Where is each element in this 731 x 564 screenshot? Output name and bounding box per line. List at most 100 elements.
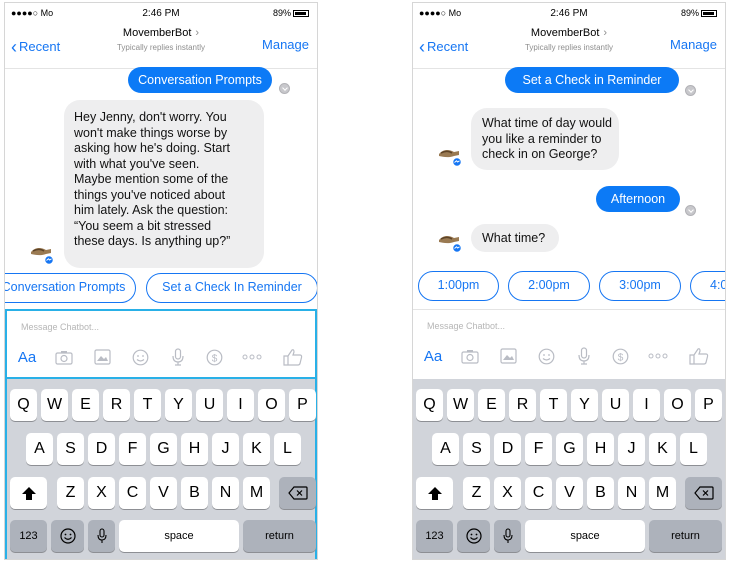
dictation-key[interactable]: [88, 520, 115, 552]
key-u[interactable]: U: [602, 389, 629, 421]
more-icon[interactable]: [645, 342, 671, 370]
globe-emoji-icon: [59, 528, 76, 544]
key-q[interactable]: Q: [416, 389, 443, 421]
dictation-key[interactable]: [494, 520, 521, 552]
key-v[interactable]: V: [556, 477, 583, 509]
key-h[interactable]: H: [587, 433, 614, 465]
key-g[interactable]: G: [556, 433, 583, 465]
key-s[interactable]: S: [463, 433, 490, 465]
key-y[interactable]: Y: [165, 389, 192, 421]
payment-icon[interactable]: $: [609, 342, 631, 370]
key-a[interactable]: A: [432, 433, 459, 465]
key-d[interactable]: D: [494, 433, 521, 465]
quick-reply-conversation-prompts[interactable]: Conversation Prompts: [5, 273, 136, 303]
key-x[interactable]: X: [494, 477, 521, 509]
message-input[interactable]: Message Chatbot...: [21, 322, 99, 332]
quick-reply-2pm[interactable]: 2:00pm: [508, 271, 590, 301]
emoji-icon[interactable]: [535, 342, 557, 370]
key-z[interactable]: Z: [57, 477, 84, 509]
key-b[interactable]: B: [181, 477, 208, 509]
key-q[interactable]: Q: [10, 389, 37, 421]
key-z[interactable]: Z: [463, 477, 490, 509]
key-w[interactable]: W: [41, 389, 68, 421]
message-composer[interactable]: Message Chatbot... Aa $: [413, 309, 725, 379]
message-input[interactable]: Message Chatbot...: [427, 321, 505, 331]
quick-reply-3pm[interactable]: 3:00pm: [599, 271, 681, 301]
delete-key[interactable]: [279, 477, 316, 509]
key-j[interactable]: J: [212, 433, 239, 465]
manage-button[interactable]: Manage: [262, 37, 309, 52]
key-c[interactable]: C: [525, 477, 552, 509]
camera-icon[interactable]: [53, 343, 75, 371]
key-s[interactable]: S: [57, 433, 84, 465]
return-key[interactable]: return: [243, 520, 316, 552]
text-format-icon[interactable]: Aa: [15, 343, 39, 371]
key-d[interactable]: D: [88, 433, 115, 465]
emoji-key[interactable]: [457, 520, 490, 552]
key-e[interactable]: E: [72, 389, 99, 421]
camera-icon[interactable]: [459, 342, 481, 370]
key-l[interactable]: L: [274, 433, 301, 465]
more-icon[interactable]: [239, 343, 265, 371]
shift-key[interactable]: [10, 477, 47, 509]
like-icon[interactable]: [687, 342, 711, 370]
key-k[interactable]: K: [243, 433, 270, 465]
key-i[interactable]: I: [633, 389, 660, 421]
bot-message-line: Hey Jenny, don't worry. You: [74, 110, 227, 124]
photo-icon[interactable]: [497, 342, 519, 370]
message-composer[interactable]: Message Chatbot... Aa $: [5, 309, 317, 379]
manage-button[interactable]: Manage: [670, 37, 717, 52]
quick-reply-4pm[interactable]: 4:0: [690, 271, 725, 301]
bot-message: What time of day would you like a remind…: [471, 108, 619, 170]
space-key[interactable]: space: [119, 520, 239, 552]
key-f[interactable]: F: [119, 433, 146, 465]
return-key[interactable]: return: [649, 520, 722, 552]
delete-key[interactable]: [685, 477, 722, 509]
key-x[interactable]: X: [88, 477, 115, 509]
mic-icon[interactable]: [573, 342, 595, 370]
key-v[interactable]: V: [150, 477, 177, 509]
quick-reply-1pm[interactable]: 1:00pm: [418, 271, 499, 301]
key-i[interactable]: I: [227, 389, 254, 421]
key-t[interactable]: T: [540, 389, 567, 421]
key-m[interactable]: M: [243, 477, 270, 509]
key-p[interactable]: P: [695, 389, 722, 421]
text-format-icon[interactable]: Aa: [421, 342, 445, 370]
mic-icon[interactable]: [167, 343, 189, 371]
key-n[interactable]: N: [212, 477, 239, 509]
key-o[interactable]: O: [664, 389, 691, 421]
bot-name: MovemberBot: [530, 27, 600, 39]
photo-icon[interactable]: [91, 343, 113, 371]
key-e[interactable]: E: [478, 389, 505, 421]
key-n[interactable]: N: [618, 477, 645, 509]
key-r[interactable]: R: [103, 389, 130, 421]
key-w[interactable]: W: [447, 389, 474, 421]
key-t[interactable]: T: [134, 389, 161, 421]
key-r[interactable]: R: [509, 389, 536, 421]
like-icon[interactable]: [281, 343, 305, 371]
key-f[interactable]: F: [525, 433, 552, 465]
key-c[interactable]: C: [119, 477, 146, 509]
numbers-key[interactable]: 123: [416, 520, 453, 552]
key-k[interactable]: K: [649, 433, 676, 465]
key-h[interactable]: H: [181, 433, 208, 465]
emoji-key[interactable]: [51, 520, 84, 552]
mic-icon: [502, 528, 513, 543]
key-o[interactable]: O: [258, 389, 285, 421]
key-g[interactable]: G: [150, 433, 177, 465]
key-a[interactable]: A: [26, 433, 53, 465]
numbers-key[interactable]: 123: [10, 520, 47, 552]
payment-icon[interactable]: $: [203, 343, 225, 371]
key-b[interactable]: B: [587, 477, 614, 509]
key-j[interactable]: J: [618, 433, 645, 465]
emoji-icon[interactable]: [129, 343, 151, 371]
key-u[interactable]: U: [196, 389, 223, 421]
key-m[interactable]: M: [649, 477, 676, 509]
key-p[interactable]: P: [289, 389, 316, 421]
key-l[interactable]: L: [680, 433, 707, 465]
space-key[interactable]: space: [525, 520, 645, 552]
key-y[interactable]: Y: [571, 389, 598, 421]
shift-key[interactable]: [416, 477, 453, 509]
quick-reply-set-check-in[interactable]: Set a Check In Reminder: [146, 273, 317, 303]
status-bar: ●●●●○ Mo 2:46 PM 89%: [5, 3, 317, 23]
